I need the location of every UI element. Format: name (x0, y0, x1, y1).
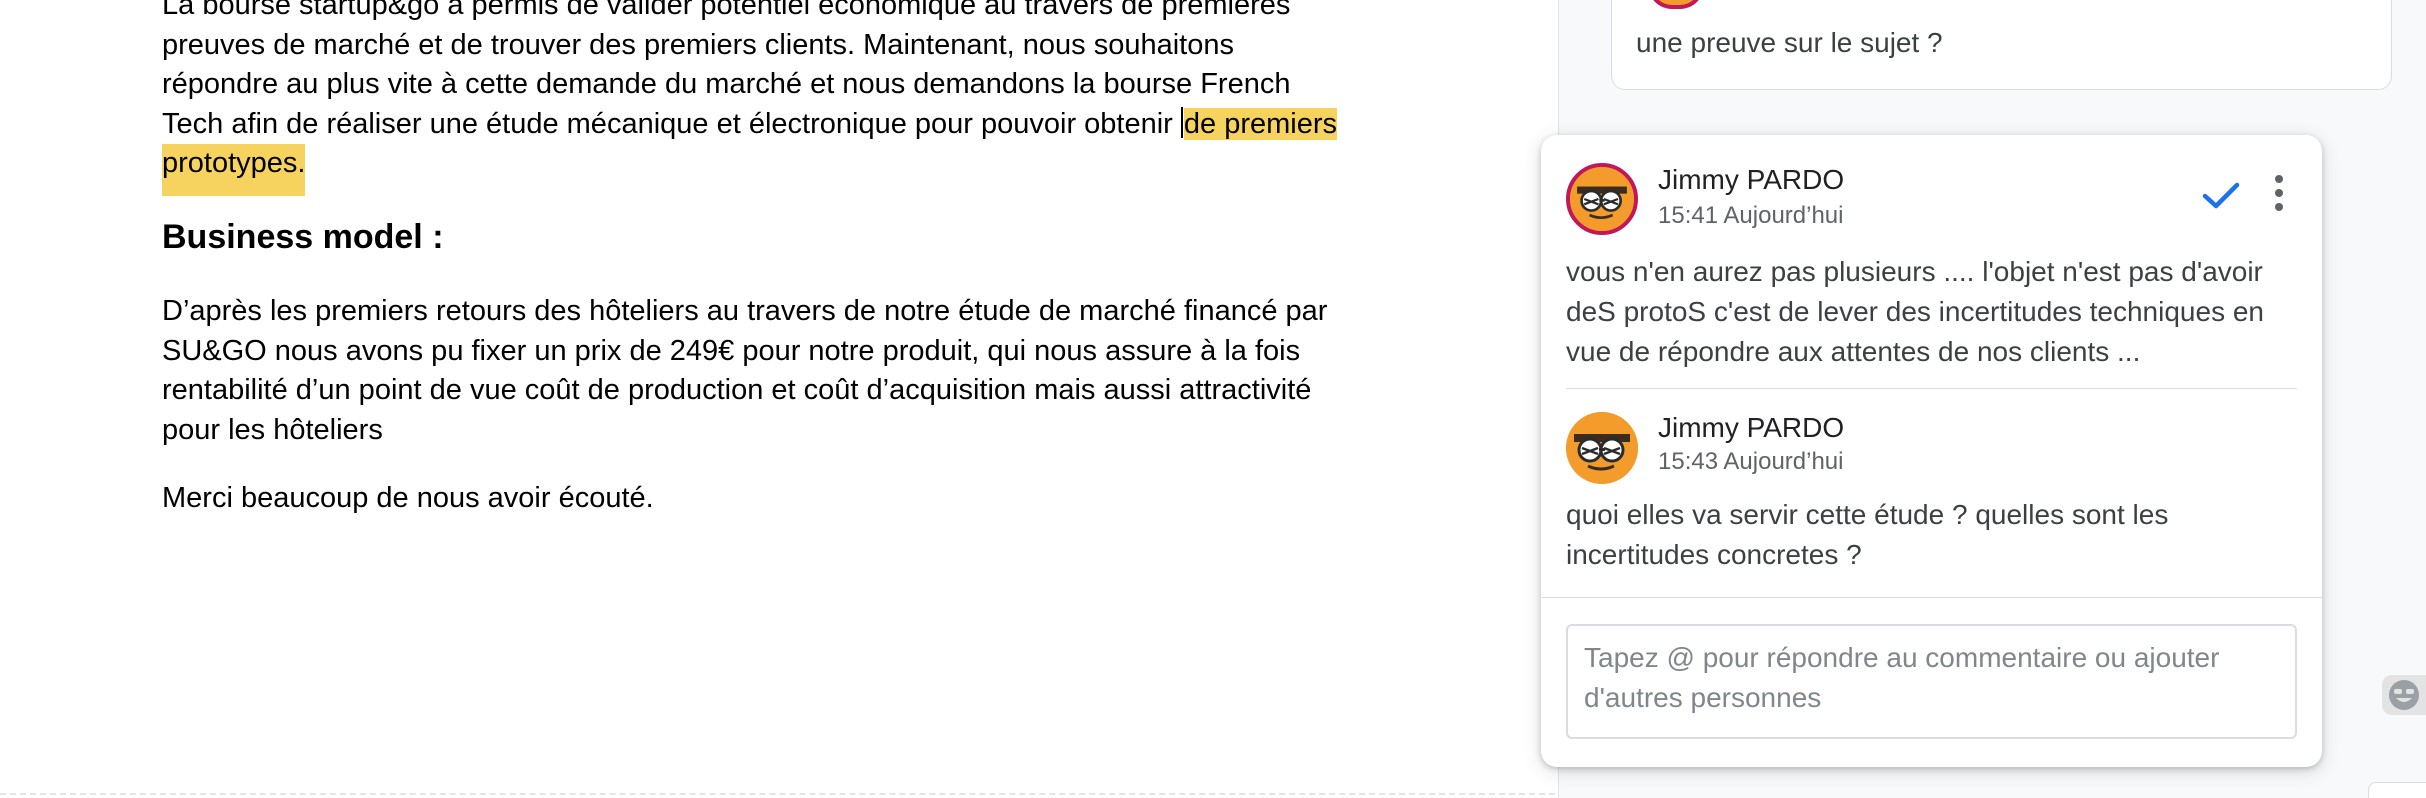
reply-input[interactable] (1568, 626, 2295, 737)
avatar (1566, 412, 1638, 484)
document-page[interactable]: La bourse startup&go a permis de valider… (0, 0, 1555, 798)
paragraph-line: preuves de marché et de trouver des prem… (162, 28, 1234, 61)
paragraph-thanks: Merci beaucoup de nous avoir écouté. (162, 482, 654, 514)
previous-comment-card[interactable]: une preuve sur le sujet ? (1611, 0, 2392, 90)
page-bottom-border (0, 793, 1555, 795)
comment-text: une preuve sur le sujet ? (1636, 27, 1943, 58)
paragraph-line: D’après les premiers retours des hôtelie… (162, 295, 1328, 327)
comment-author: Jimmy PARDO (1658, 412, 1845, 443)
paragraph-line: Tech afin de réaliser une étude mécaniqu… (162, 107, 1181, 140)
paragraph-line: répondre au plus vite à cette demande du… (162, 68, 1291, 100)
avatar (1648, 0, 1704, 9)
panel-corner (2368, 782, 2426, 798)
comment-timestamp: 15:41 Aujourd’hui (1658, 202, 1844, 229)
comment-author: Jimmy PARDO (1658, 164, 1845, 195)
paragraph-line: rentabilité d’un point de vue coût de pr… (162, 374, 1312, 406)
divider (1566, 388, 2297, 389)
avatar (1566, 163, 1638, 235)
comment-text: quoi elles va servir cette étude ? quell… (1566, 499, 2169, 570)
commented-highlight[interactable]: prototypes. (162, 144, 306, 196)
check-icon[interactable] (2201, 175, 2241, 215)
reply-input-box[interactable] (1566, 624, 2297, 739)
more-vert-icon[interactable] (2269, 171, 2289, 219)
avatar-illustration (1566, 412, 1638, 484)
comment-timestamp: 15:43 Aujourd’hui (1658, 448, 1844, 475)
comment-thread-card[interactable]: Jimmy PARDO 15:41 Aujourd’hui vous n'en … (1541, 135, 2322, 767)
divider (1541, 597, 2322, 598)
section-heading: Business model : (162, 218, 444, 256)
paragraph-line: La bourse startup&go a permis de valider… (162, 0, 1291, 21)
paragraph-business-model: D’après les premiers retours des hôtelie… (162, 292, 1372, 450)
paragraph-line: SU&GO nous avons pu fixer un prix de 249… (162, 334, 1301, 367)
avatar-illustration (1570, 167, 1634, 231)
paragraph-funding: La bourse startup&go a permis de valider… (162, 0, 1382, 196)
emoji-reaction-icon[interactable] (2382, 675, 2426, 715)
paragraph-line: pour les hôteliers (162, 413, 383, 446)
text-cursor (1180, 106, 1183, 138)
commented-highlight[interactable]: de premiers (1183, 107, 1338, 140)
comment-text: vous n'en aurez pas plusieurs .... l'obj… (1566, 256, 2264, 367)
